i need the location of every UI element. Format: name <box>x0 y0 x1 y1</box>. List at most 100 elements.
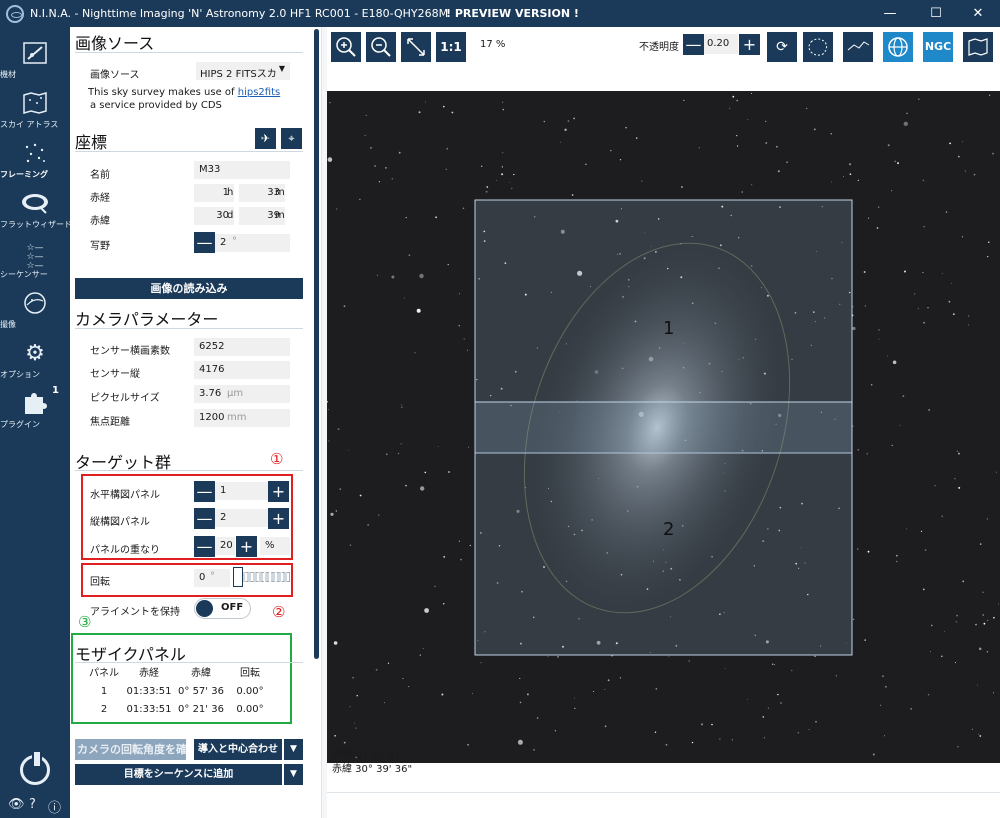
table-row[interactable]: 2 01:33:51 0° 21' 36 0.00° <box>86 701 286 719</box>
add-to-sequence-dropdown[interactable]: ▼ <box>284 764 303 785</box>
nav-imaging[interactable]: 撮像 <box>0 285 70 335</box>
v-panels-increase-button[interactable]: + <box>268 508 289 529</box>
overlap-label: パネルの重なり <box>90 545 160 556</box>
overlap-field[interactable]: 20 <box>215 537 235 555</box>
zoom-in-icon[interactable] <box>331 32 361 62</box>
sensor-width-field[interactable]: 6252 <box>194 338 290 356</box>
rotation-unit: ° <box>210 571 215 582</box>
star <box>910 708 912 710</box>
nav-flat-wizard[interactable]: フラットウィザード <box>0 185 72 235</box>
globe-grid-icon[interactable] <box>883 32 913 62</box>
star <box>894 160 897 163</box>
star <box>619 159 622 161</box>
slew-center-button[interactable]: 導入と中心合わせ <box>194 739 282 760</box>
telescope-coords-icon[interactable]: ✈ <box>255 128 276 149</box>
nav-framing[interactable]: フレーミング <box>0 135 70 185</box>
overlap-decrease-button[interactable]: — <box>194 536 215 557</box>
star <box>876 227 879 229</box>
stars-icon <box>20 141 50 167</box>
star <box>920 530 923 532</box>
nav-equipment[interactable]: 機材 <box>0 35 70 85</box>
star <box>906 112 908 115</box>
star <box>987 619 989 622</box>
fov-field[interactable]: 2 <box>215 234 290 252</box>
star <box>486 186 489 188</box>
h-panels-increase-button[interactable]: + <box>268 481 289 502</box>
fov-unit: ° <box>232 236 237 247</box>
sensor-height-field[interactable]: 4176 <box>194 361 290 379</box>
star <box>416 308 421 313</box>
nav-sky-atlas[interactable]: スカイ アトラス <box>0 85 70 135</box>
star <box>519 677 521 679</box>
rotation-slider-thumb[interactable] <box>233 567 243 587</box>
sky-map-icon[interactable] <box>963 32 993 62</box>
star <box>906 528 908 530</box>
star <box>979 735 982 737</box>
star <box>996 471 997 473</box>
star <box>655 688 658 690</box>
star <box>993 616 995 619</box>
nav-sequencer[interactable]: ☆— ☆— ☆— シーケンサー <box>0 235 70 285</box>
v-panels-field[interactable]: 2 <box>215 509 268 527</box>
panel-scrollbar[interactable] <box>313 27 321 792</box>
fov-decrease-button[interactable]: — <box>194 232 215 253</box>
star <box>931 624 933 627</box>
opacity-increase-button[interactable]: + <box>739 34 760 55</box>
add-to-sequence-button[interactable]: 目標をシーケンスに追加 <box>75 764 282 785</box>
overlap-increase-button[interactable]: + <box>236 536 257 557</box>
load-image-button[interactable]: 画像の読み込み <box>75 278 303 299</box>
table-cell: 1 <box>100 686 108 697</box>
target-name-field[interactable]: M33 <box>194 161 290 179</box>
star <box>403 297 405 299</box>
opacity-field[interactable]: 0.20 <box>704 34 738 54</box>
star <box>853 618 855 621</box>
v-panels-decrease-button[interactable]: — <box>194 508 215 529</box>
vertical-panels-label: 縦構図パネル <box>90 517 150 528</box>
power-icon[interactable] <box>20 752 50 785</box>
image-source-select[interactable]: HIPS 2 FITSスカ ▼ <box>196 62 290 80</box>
rotate-icon[interactable]: ⟳ <box>767 32 797 62</box>
fit-to-screen-icon[interactable] <box>401 32 431 62</box>
actual-size-button[interactable]: 1:1 <box>436 32 466 62</box>
star <box>607 679 610 682</box>
nav-plugins[interactable]: プラグイン <box>0 385 70 435</box>
star <box>378 514 380 516</box>
minimize-button[interactable]: — <box>868 0 912 27</box>
slew-center-dropdown[interactable]: ▼ <box>284 739 303 760</box>
star <box>414 352 416 354</box>
location-pin-icon[interactable]: ⌖ <box>281 128 302 149</box>
star <box>448 471 450 473</box>
hips2fits-link[interactable]: hips2fits <box>238 87 280 98</box>
zoom-out-icon[interactable] <box>366 32 396 62</box>
opacity-decrease-button[interactable]: — <box>683 34 704 55</box>
h-panels-field[interactable]: 1 <box>215 482 268 500</box>
constellation-lines-icon[interactable] <box>843 32 873 62</box>
keep-alignment-label: アライメントを保持 <box>90 607 180 618</box>
close-button[interactable]: ✕ <box>956 0 1000 27</box>
star <box>958 486 961 489</box>
camera-rotation-button[interactable]: カメラの回転角度を確 <box>75 739 186 760</box>
star <box>359 494 362 497</box>
star <box>536 717 539 719</box>
eye-icon[interactable]: 👁 <box>8 797 25 812</box>
help-icon[interactable]: ? <box>29 797 36 812</box>
sky-image[interactable]: 1 2 <box>327 91 1000 763</box>
star <box>391 275 395 279</box>
keep-alignment-toggle[interactable]: OFF <box>194 598 251 619</box>
horizontal-panels-label: 水平構図パネル <box>90 490 160 501</box>
rotation-slider[interactable] <box>230 566 290 594</box>
info-icon[interactable]: ⓘ <box>48 797 61 816</box>
h-panels-decrease-button[interactable]: — <box>194 481 215 502</box>
star <box>954 478 956 480</box>
star <box>973 173 976 176</box>
scrollbar-thumb[interactable] <box>314 29 319 659</box>
nav-options[interactable]: ⚙ オプション <box>0 335 70 385</box>
maximize-button[interactable]: ☐ <box>914 0 958 27</box>
plugin-badge: 1 <box>52 385 59 396</box>
ngc-overlay-button[interactable]: NGC <box>923 32 953 62</box>
table-row[interactable]: 1 01:33:51 0° 57' 36 0.00° <box>86 683 286 701</box>
constellation-boundary-icon[interactable] <box>803 32 833 62</box>
star <box>968 315 970 317</box>
star <box>843 176 844 178</box>
sequence-icon: ☆— ☆— ☆— <box>26 243 44 271</box>
